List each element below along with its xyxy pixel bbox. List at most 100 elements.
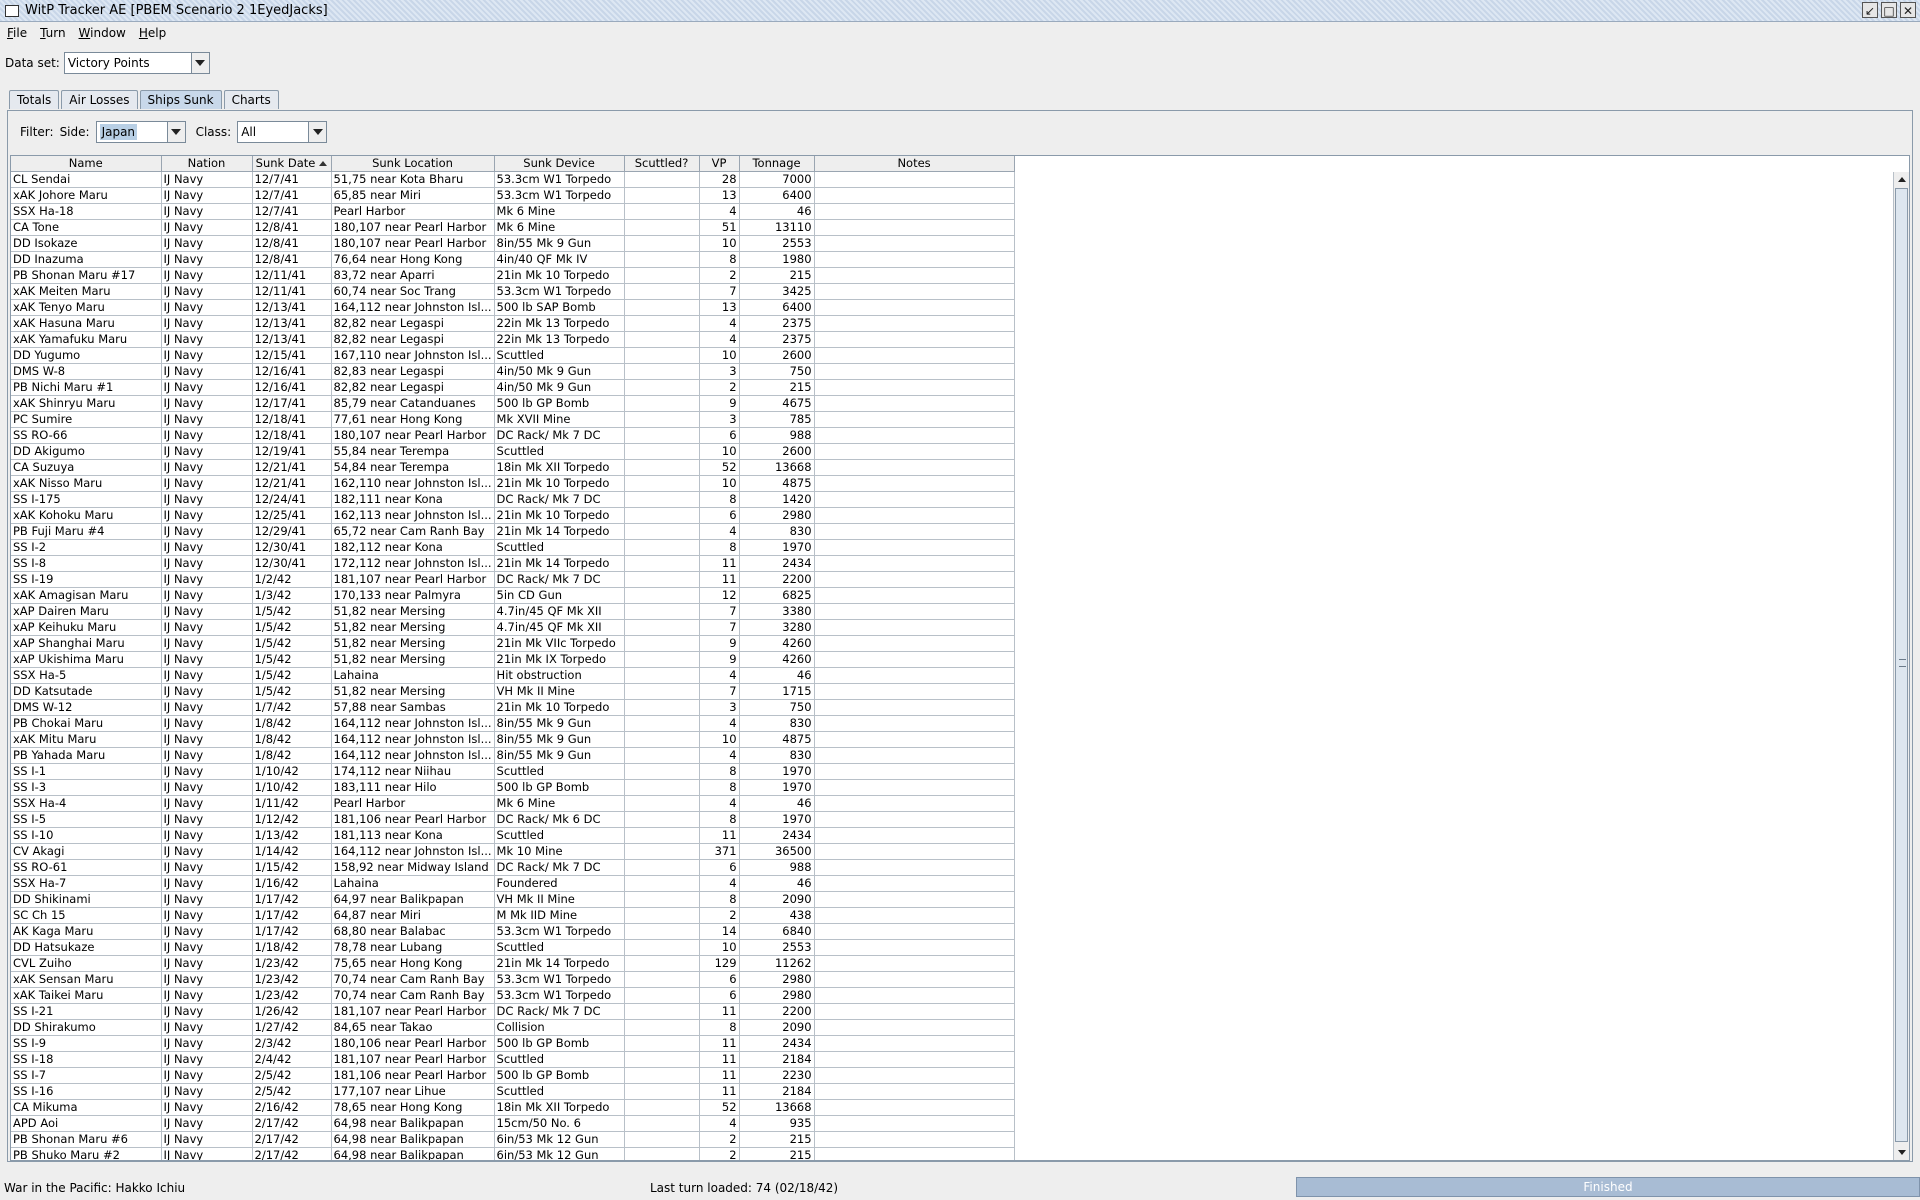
table-row[interactable]: xAP Keihuku Maru IJ Navy 1/5/42 51,82 near … [11, 619, 1015, 636]
vertical-scrollbar[interactable] [1893, 172, 1909, 1160]
table-row[interactable]: APD Aoi IJ Navy 2/17/42 64,98 near Balikpap… [11, 1115, 1015, 1132]
column-header-tonnage[interactable]: Tonnage [739, 156, 815, 172]
scroll-down-icon[interactable] [1894, 1145, 1909, 1160]
table-row[interactable]: PB Chokai Maru IJ Navy 1/8/42 164,112 near … [11, 715, 1015, 732]
column-header-notes[interactable]: Notes [814, 156, 1015, 172]
table-row[interactable]: PB Nichi Maru #1 IJ Navy 12/16/41 82,82 nea… [11, 379, 1015, 396]
table-row[interactable]: SS I-8 IJ Navy 12/30/41 172,112 near Johnst… [11, 555, 1015, 572]
column-header-nation[interactable]: Nation [161, 156, 253, 172]
table-row[interactable]: SS I-3 IJ Navy 1/10/42 183,111 near Hilo 500… [11, 779, 1015, 796]
tab-totals[interactable]: Totals [9, 90, 60, 109]
table-row[interactable]: CA Mikuma IJ Navy 2/16/42 78,65 near Hong K… [11, 1099, 1015, 1116]
table-row[interactable]: SSX Ha-5 IJ Navy 1/5/42 Lahaina Hit obstruct… [11, 667, 1015, 684]
table-row[interactable]: SS I-10 IJ Navy 1/13/42 181,113 near Kona Sc… [11, 827, 1015, 844]
column-header-name[interactable]: Name [11, 156, 162, 172]
table-row[interactable]: xAK Mitu Maru IJ Navy 1/8/42 164,112 near J… [11, 731, 1015, 748]
cell-sunk-date: 12/13/41 [252, 299, 332, 316]
table-row[interactable]: SS I-1 IJ Navy 1/10/42 174,112 near Niihau S… [11, 763, 1015, 780]
table-row[interactable]: AK Kaga Maru IJ Navy 1/17/42 68,80 near Bal… [11, 923, 1015, 940]
table-row[interactable]: SS RO-66 IJ Navy 12/18/41 180,107 near Pear… [11, 427, 1015, 444]
scroll-up-icon[interactable] [1894, 172, 1909, 187]
table-row[interactable]: SSX Ha-4 IJ Navy 1/11/42 Pearl Harbor Mk 6 M… [11, 795, 1015, 812]
table-row[interactable]: DD Akigumo IJ Navy 12/19/41 55,84 near Tere… [11, 443, 1015, 460]
table-row[interactable]: PB Shonan Maru #17 IJ Navy 12/11/41 83,72 n… [11, 267, 1015, 284]
table-row[interactable]: xAK Sensan Maru IJ Navy 1/23/42 70,74 near … [11, 971, 1015, 988]
chevron-down-icon[interactable] [308, 122, 327, 142]
dataset-select[interactable]: Victory Points [63, 52, 210, 74]
table-row[interactable]: DMS W-12 IJ Navy 1/7/42 57,88 near Sambas 21… [11, 699, 1015, 716]
table-row[interactable]: SS I-19 IJ Navy 1/2/42 181,107 near Pearl H… [11, 571, 1015, 588]
class-select[interactable]: All [237, 121, 328, 143]
cell-scuttled [624, 747, 700, 764]
tab-ships-sunk[interactable]: Ships Sunk [139, 90, 222, 109]
table-row[interactable]: DD Inazuma IJ Navy 12/8/41 76,64 near Hong … [11, 251, 1015, 268]
table-row[interactable]: DD Shirakumo IJ Navy 1/27/42 84,65 near Tak… [11, 1019, 1015, 1036]
table-row[interactable]: DD Shikinami IJ Navy 1/17/42 64,97 near Bal… [11, 891, 1015, 908]
table-row[interactable]: xAP Dairen Maru IJ Navy 1/5/42 51,82 near M… [11, 603, 1015, 620]
menu-file[interactable]: File [7, 26, 27, 40]
close-icon[interactable]: ✕ [1900, 2, 1916, 18]
table-row[interactable]: xAP Ukishima Maru IJ Navy 1/5/42 51,82 near… [11, 651, 1015, 668]
table-row[interactable]: DD Katsutade IJ Navy 1/5/42 51,82 near Mers… [11, 683, 1015, 700]
table-row[interactable]: xAK Yamafuku Maru IJ Navy 12/13/41 82,82 ne… [11, 331, 1015, 348]
menu-help[interactable]: Help [139, 26, 166, 40]
column-header-sunk-device[interactable]: Sunk Device [494, 156, 625, 172]
cell-name: SS I-1 [11, 763, 162, 780]
table-row[interactable]: SS I-5 IJ Navy 1/12/42 181,106 near Pearl H… [11, 811, 1015, 828]
menu-turn[interactable]: Turn [40, 26, 65, 40]
table-row[interactable]: xAK Tenyo Maru IJ Navy 12/13/41 164,112 nea… [11, 299, 1015, 316]
table-row[interactable]: xAK Hasuna Maru IJ Navy 12/13/41 82,82 near… [11, 315, 1015, 332]
column-header-sunk-date[interactable]: Sunk Date [252, 156, 332, 172]
cell-sunk-device: 53.3cm W1 Torpedo [494, 987, 625, 1004]
table-row[interactable]: CL Sendai IJ Navy 12/7/41 51,75 near Kota B… [11, 171, 1015, 188]
table-row[interactable]: xAK Meiten Maru IJ Navy 12/11/41 60,74 near… [11, 283, 1015, 300]
table-row[interactable]: SSX Ha-7 IJ Navy 1/16/42 Lahaina Foundered 4 4… [11, 875, 1015, 892]
table-row[interactable]: SC Ch 15 IJ Navy 1/17/42 64,87 near Miri M M… [11, 907, 1015, 924]
table-row[interactable]: SS RO-61 IJ Navy 1/15/42 158,92 near Midway… [11, 859, 1015, 876]
table-row[interactable]: xAP Shanghai Maru IJ Navy 1/5/42 51,82 near… [11, 635, 1015, 652]
table-row[interactable]: DD Yugumo IJ Navy 12/15/41 167,110 near Joh… [11, 347, 1015, 364]
table-row[interactable]: SS I-16 IJ Navy 2/5/42 177,107 near Lihue Sc… [11, 1083, 1015, 1100]
table-row[interactable]: DD Hatsukaze IJ Navy 1/18/42 78,78 near Lub… [11, 939, 1015, 956]
table-row[interactable]: xAK Johore Maru IJ Navy 12/7/41 65,85 near … [11, 187, 1015, 204]
table-row[interactable]: xAK Shinryu Maru IJ Navy 12/17/41 85,79 nea… [11, 395, 1015, 412]
table-row[interactable]: SS I-21 IJ Navy 1/26/42 181,107 near Pearl … [11, 1003, 1015, 1020]
table-row[interactable]: CA Tone IJ Navy 12/8/41 180,107 near Pearl … [11, 219, 1015, 236]
chevron-down-icon[interactable] [190, 53, 209, 73]
table-row[interactable]: PB Shuko Maru #2 IJ Navy 2/17/42 64,98 near… [11, 1147, 1015, 1160]
table-row[interactable]: SS I-175 IJ Navy 12/24/41 182,111 near Kona… [11, 491, 1015, 508]
tab-air-losses[interactable]: Air Losses [61, 90, 138, 109]
table-row[interactable]: CV Akagi IJ Navy 1/14/42 164,112 near Johns… [11, 843, 1015, 860]
column-header-vp[interactable]: VP [699, 156, 740, 172]
table-row[interactable]: SSX Ha-18 IJ Navy 12/7/41 Pearl Harbor Mk 6 … [11, 203, 1015, 220]
table-row[interactable]: CA Suzuya IJ Navy 12/21/41 54,84 near Terem… [11, 459, 1015, 476]
table-row[interactable]: DD Isokaze IJ Navy 12/8/41 180,107 near Pea… [11, 235, 1015, 252]
table-row[interactable]: PC Sumire IJ Navy 12/18/41 77,61 near Hong … [11, 411, 1015, 428]
table-row[interactable]: xAK Amagisan Maru IJ Navy 1/3/42 170,133 ne… [11, 587, 1015, 604]
table-row[interactable]: SS I-7 IJ Navy 2/5/42 181,106 near Pearl Ha… [11, 1067, 1015, 1084]
table-row[interactable]: PB Yahada Maru IJ Navy 1/8/42 164,112 near … [11, 747, 1015, 764]
tab-charts[interactable]: Charts [223, 90, 279, 109]
chevron-down-icon[interactable] [166, 122, 185, 142]
table-row[interactable]: PB Shonan Maru #6 IJ Navy 2/17/42 64,98 nea… [11, 1131, 1015, 1148]
cell-vp: 10 [699, 235, 740, 252]
table-row[interactable]: xAK Nisso Maru IJ Navy 12/21/41 162,110 nea… [11, 475, 1015, 492]
table-row[interactable]: xAK Taikei Maru IJ Navy 1/23/42 70,74 near … [11, 987, 1015, 1004]
menu-window[interactable]: Window [79, 26, 126, 40]
table-row[interactable]: SS I-2 IJ Navy 12/30/41 182,112 near Kona Sc… [11, 539, 1015, 556]
scrollbar-thumb[interactable] [1895, 188, 1908, 1142]
cell-sunk-device: 53.3cm W1 Torpedo [494, 923, 625, 940]
minimize-icon[interactable]: ↙ [1862, 2, 1878, 18]
table-row[interactable]: CVL Zuiho IJ Navy 1/23/42 75,65 near Hong K… [11, 955, 1015, 972]
column-header-scuttled[interactable]: Scuttled? [624, 156, 700, 172]
cell-scuttled [624, 1131, 700, 1148]
table-row[interactable]: xAK Kohoku Maru IJ Navy 12/25/41 162,113 ne… [11, 507, 1015, 524]
side-select[interactable]: Japan [95, 121, 186, 143]
table-row[interactable]: SS I-9 IJ Navy 2/3/42 180,106 near Pearl Ha… [11, 1035, 1015, 1052]
column-header-sunk-location[interactable]: Sunk Location [331, 156, 495, 172]
maximize-icon[interactable]: □ [1881, 2, 1897, 18]
table-row[interactable]: PB Fuji Maru #4 IJ Navy 12/29/41 65,72 near… [11, 523, 1015, 540]
cell-nation: IJ Navy [161, 619, 253, 636]
table-row[interactable]: SS I-18 IJ Navy 2/4/42 181,107 near Pearl H… [11, 1051, 1015, 1068]
table-row[interactable]: DMS W-8 IJ Navy 12/16/41 82,83 near Legaspi… [11, 363, 1015, 380]
